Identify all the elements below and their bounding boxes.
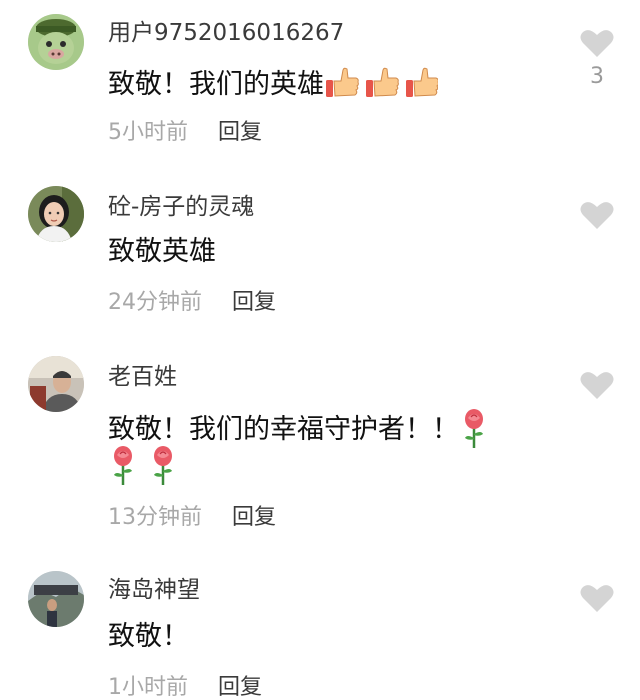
comment-username[interactable]: 老百姓 xyxy=(108,366,177,389)
comment-text-content: 致敬！ xyxy=(108,621,189,652)
comment-item: 砼-房子的灵魂 致敬英雄 24分钟前 回复 xyxy=(0,170,640,340)
comment-username[interactable]: 海岛神望 xyxy=(108,579,200,602)
rose-emoji-icon xyxy=(108,445,138,490)
comment-item: 用户9752016016267 致敬！我们的英雄 5小时前 回复 3 xyxy=(0,0,640,170)
avatar[interactable] xyxy=(28,356,84,412)
rose-emoji-icon xyxy=(459,408,489,453)
heart-icon xyxy=(580,202,614,229)
rose-emoji-icon xyxy=(148,445,178,490)
comment-time: 24分钟前 xyxy=(108,290,202,315)
person-avatar-icon xyxy=(28,356,84,412)
reply-button[interactable]: 回复 xyxy=(232,505,276,530)
comment-meta: 1小时前 回复 xyxy=(108,677,262,699)
like-button[interactable] xyxy=(580,28,614,58)
comment-text-content: 致敬！我们的英雄 xyxy=(108,69,324,100)
person-avatar-icon xyxy=(28,186,84,242)
comment-time: 5小时前 xyxy=(108,120,188,145)
comment-time: 1小时前 xyxy=(108,675,188,700)
comment-meta: 24分钟前 回复 xyxy=(108,292,276,314)
pig-avatar-icon xyxy=(28,14,84,70)
thumbs-up-emoji-icon xyxy=(324,66,439,105)
reply-button[interactable]: 回复 xyxy=(218,675,262,700)
comment-text: 致敬！我们的英雄 xyxy=(108,66,439,105)
comment-text: 致敬英雄 xyxy=(108,238,216,265)
comment-meta: 13分钟前 回复 xyxy=(108,507,276,529)
person-avatar-icon xyxy=(28,571,84,627)
avatar[interactable] xyxy=(28,571,84,627)
like-button[interactable] xyxy=(580,583,614,613)
heart-icon xyxy=(580,585,614,612)
comment-text-content: 致敬英雄 xyxy=(108,236,216,267)
comment-item: 海岛神望 致敬！ 1小时前 回复 xyxy=(0,555,640,699)
avatar[interactable] xyxy=(28,186,84,242)
comment-emoji-row xyxy=(108,445,178,490)
comment-username[interactable]: 用户9752016016267 xyxy=(108,22,344,45)
reply-button[interactable]: 回复 xyxy=(218,120,262,145)
reply-button[interactable]: 回复 xyxy=(232,290,276,315)
comment-text-content: 致敬！我们的幸福守护者！！ xyxy=(108,414,459,445)
comment-username[interactable]: 砼-房子的灵魂 xyxy=(108,196,254,219)
comment-time: 13分钟前 xyxy=(108,505,202,530)
comment-item: 老百姓 致敬！我们的幸福守护者！！ 13分钟前 回复 xyxy=(0,340,640,550)
comment-text: 致敬！ xyxy=(108,623,189,650)
like-button[interactable] xyxy=(580,370,614,400)
heart-icon xyxy=(580,30,614,57)
like-count: 3 xyxy=(590,64,604,89)
comment-meta: 5小时前 回复 xyxy=(108,122,262,144)
like-button[interactable] xyxy=(580,200,614,230)
heart-icon xyxy=(580,372,614,399)
avatar[interactable] xyxy=(28,14,84,70)
